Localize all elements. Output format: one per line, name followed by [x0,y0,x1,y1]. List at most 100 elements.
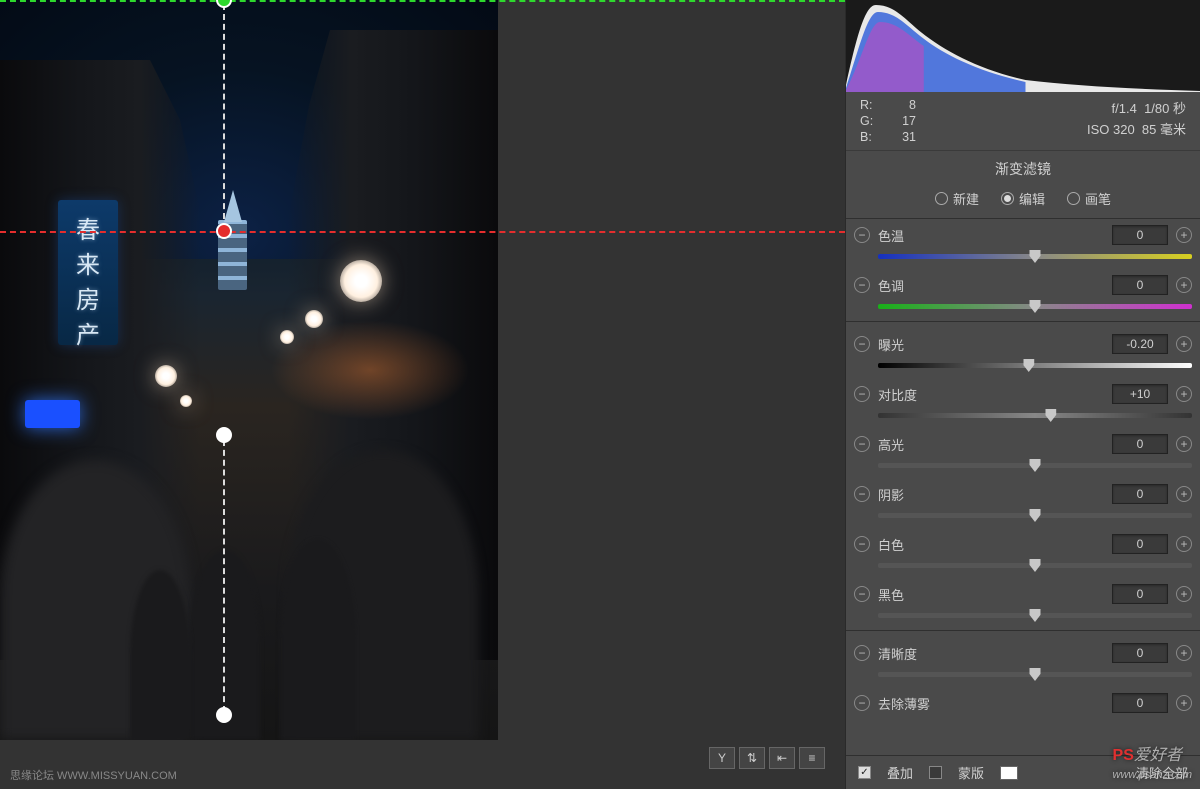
histogram[interactable] [846,0,1200,92]
minus-icon[interactable]: − [854,695,870,711]
slider-thumb[interactable] [1030,300,1041,313]
slider-thumb[interactable] [1023,359,1034,372]
whites-slider-row: − 白色 0 + [846,528,1200,574]
slider-thumb[interactable] [1045,409,1056,422]
plus-icon[interactable]: + [1176,486,1192,502]
minus-icon[interactable]: − [854,336,870,352]
radio-icon [1067,192,1080,205]
minus-icon[interactable]: − [854,227,870,243]
mode-new-label: 新建 [953,189,979,208]
gradient-pin-handle[interactable] [216,427,232,443]
photo: 春 来 房 产 [0,0,498,740]
photo-lantern [155,365,177,387]
dehaze-label: 去除薄雾 [878,694,1104,713]
temp-slider[interactable] [878,249,1192,265]
highlights-slider-row: − 高光 0 + [846,428,1200,474]
blacks-value[interactable]: 0 [1112,584,1168,604]
whites-slider[interactable] [878,558,1192,574]
clarity-value[interactable]: 0 [1112,643,1168,663]
overlay-checkbox[interactable]: ✓ [858,766,871,779]
gradient-pin-end[interactable] [216,223,232,239]
minus-icon[interactable]: − [854,486,870,502]
clear-all-button[interactable]: 清除全部 [1136,763,1188,782]
highlights-value[interactable]: 0 [1112,434,1168,454]
banner-char: 春 [76,210,100,245]
temp-value[interactable]: 0 [1112,225,1168,245]
banner-char: 房 [76,280,100,315]
mode-brush-label: 画笔 [1085,189,1111,208]
minus-icon[interactable]: − [854,586,870,602]
aperture-value: f/1.4 [1112,101,1137,116]
photo-lantern [340,260,382,302]
plus-icon[interactable]: + [1176,695,1192,711]
blacks-slider-row: − 黑色 0 + [846,578,1200,624]
blacks-slider[interactable] [878,608,1192,624]
slider-thumb[interactable] [1030,559,1041,572]
plus-icon[interactable]: + [1176,386,1192,402]
slider-thumb[interactable] [1030,459,1041,472]
shadows-label: 阴影 [878,485,1104,504]
adjustments-panel: R:8 G:17 B:31 f/1.4 1/80 秒 ISO 320 85 毫米… [845,0,1200,789]
tint-value[interactable]: 0 [1112,275,1168,295]
exposure-slider[interactable] [878,358,1192,374]
gradient-stem [223,4,225,229]
minus-icon[interactable]: − [854,645,870,661]
plus-icon[interactable]: + [1176,336,1192,352]
slider-thumb[interactable] [1030,250,1041,263]
contrast-label: 对比度 [878,385,1104,404]
tint-slider-row: − 色调 0 + [846,269,1200,315]
minus-icon[interactable]: − [854,436,870,452]
preview-area[interactable]: 春 来 房 产 Y [0,0,845,789]
whites-label: 白色 [878,535,1104,554]
plus-icon[interactable]: + [1176,277,1192,293]
iso-value: ISO 320 [1087,122,1135,137]
swap-button[interactable]: ⇅ [739,747,765,769]
rgb-b-value: 31 [886,130,916,144]
mask-color-swatch[interactable] [1000,766,1018,780]
before-after-button[interactable]: ⇤ [769,747,795,769]
plus-icon[interactable]: + [1176,436,1192,452]
photo-lantern [180,395,192,407]
tint-slider[interactable] [878,299,1192,315]
shadows-slider[interactable] [878,508,1192,524]
gradient-line-start[interactable] [0,0,845,2]
highlights-slider[interactable] [878,458,1192,474]
banner-char: 产 [76,315,100,350]
plus-icon[interactable]: + [1176,536,1192,552]
slider-thumb[interactable] [1030,668,1041,681]
tint-label: 色调 [878,276,1104,295]
whites-value[interactable]: 0 [1112,534,1168,554]
preview-toolbar: Y ⇅ ⇤ ≡ [709,747,825,769]
shutter-value: 1/80 秒 [1144,101,1186,116]
slider-thumb[interactable] [1030,609,1041,622]
temp-slider-row: − 色温 0 + [846,219,1200,265]
contrast-slider[interactable] [878,408,1192,424]
dehaze-value[interactable]: 0 [1112,693,1168,713]
mode-edit-radio[interactable]: 编辑 [1001,189,1045,208]
plus-icon[interactable]: + [1176,586,1192,602]
level-button[interactable]: Y [709,747,735,769]
shadows-value[interactable]: 0 [1112,484,1168,504]
minus-icon[interactable]: − [854,277,870,293]
rgb-g-label: G: [860,114,882,128]
minus-icon[interactable]: − [854,536,870,552]
gradient-pin-handle[interactable] [216,707,232,723]
contrast-value[interactable]: +10 [1112,384,1168,404]
temp-label: 色温 [878,226,1104,245]
plus-icon[interactable]: + [1176,645,1192,661]
gradient-stem [223,440,225,712]
view-settings-button[interactable]: ≡ [799,747,825,769]
exposure-value[interactable]: -0.20 [1112,334,1168,354]
gradient-line-end[interactable] [0,231,845,233]
banner-char: 来 [76,245,100,280]
clarity-slider[interactable] [878,667,1192,683]
minus-icon[interactable]: − [854,386,870,402]
mode-edit-label: 编辑 [1019,189,1045,208]
dehaze-slider-row: − 去除薄雾 0 + [846,687,1200,715]
mask-checkbox[interactable] [929,766,942,779]
plus-icon[interactable]: + [1176,227,1192,243]
mode-brush-radio[interactable]: 画笔 [1067,189,1111,208]
slider-thumb[interactable] [1030,509,1041,522]
mode-new-radio[interactable]: 新建 [935,189,979,208]
mode-row: 新建 编辑 画笔 [846,185,1200,218]
